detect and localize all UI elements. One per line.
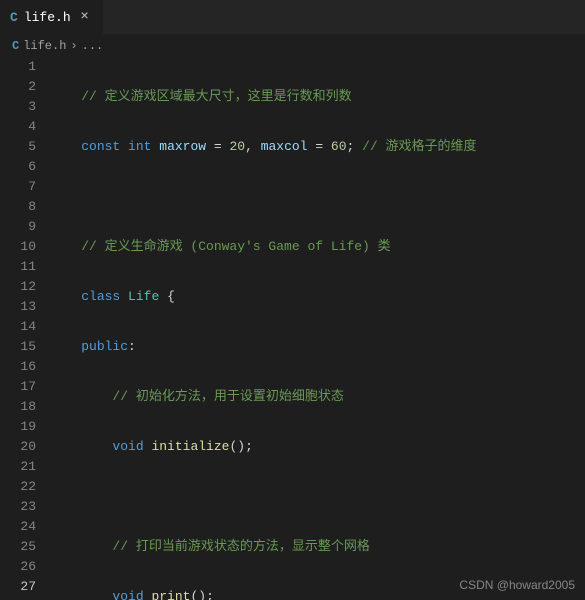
code-area[interactable]: // 定义游戏区域最大尺寸，这里是行数和列数 const int maxrow …: [50, 57, 585, 600]
code-line: // 定义生命游戏 (Conway's Game of Life) 类: [50, 237, 585, 257]
breadcrumb[interactable]: C life.h › ...: [0, 35, 585, 57]
code-line: const int maxrow = 20, maxcol = 60; // 游…: [50, 137, 585, 157]
close-icon[interactable]: ×: [77, 9, 93, 25]
code-line: // 初始化方法，用于设置初始细胞状态: [50, 387, 585, 407]
tab-filename: life.h: [24, 10, 71, 25]
tab-bar: C life.h ×: [0, 0, 585, 35]
code-line: void initialize();: [50, 437, 585, 457]
watermark: CSDN @howard2005: [459, 578, 575, 592]
c-file-icon: C: [12, 39, 19, 53]
tab-life-h[interactable]: C life.h ×: [0, 0, 104, 34]
chevron-right-icon: ›: [70, 39, 77, 53]
code-line: [50, 487, 585, 507]
code-line: class Life {: [50, 287, 585, 307]
code-line: // 打印当前游戏状态的方法，显示整个网格: [50, 537, 585, 557]
code-line: [50, 187, 585, 207]
breadcrumb-more: ...: [82, 39, 104, 53]
code-line: public:: [50, 337, 585, 357]
code-editor[interactable]: 1234567891011121314151617181920212223242…: [0, 57, 585, 600]
line-gutter: 1234567891011121314151617181920212223242…: [0, 57, 50, 600]
code-line: // 定义游戏区域最大尺寸，这里是行数和列数: [50, 87, 585, 107]
c-file-icon: C: [10, 10, 18, 25]
breadcrumb-filename: life.h: [23, 39, 66, 53]
